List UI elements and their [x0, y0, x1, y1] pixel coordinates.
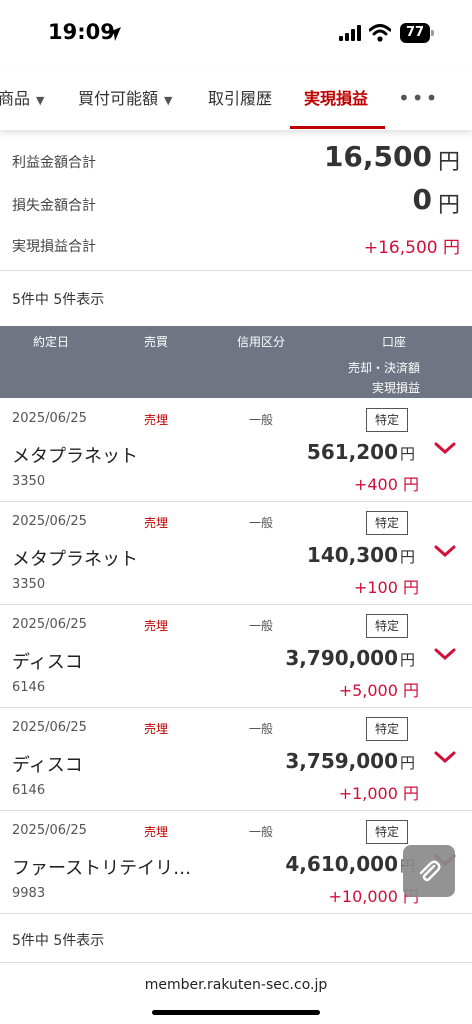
- trade-type: 売埋: [144, 516, 169, 530]
- paperclip-icon: [419, 860, 441, 882]
- realized-pl: +1,000 円: [338, 784, 419, 803]
- battery-icon: 77: [400, 23, 434, 43]
- amount-unit: 円: [400, 445, 416, 463]
- settle-amount: 3,790,000: [285, 646, 398, 670]
- settle-amount: 140,300: [306, 543, 398, 567]
- caret-down-icon: ▼: [36, 94, 45, 107]
- chevron-down-icon[interactable]: [434, 441, 456, 455]
- profit-total-value: 16,500: [323, 140, 432, 173]
- amount-unit: 円: [400, 651, 416, 669]
- credit-type: 一般: [249, 619, 274, 633]
- location-arrow-icon: [107, 27, 121, 41]
- account-badge: 特定: [366, 820, 408, 844]
- trade-date: 2025/06/25: [12, 720, 87, 735]
- stock-name: メタプラネット: [12, 549, 138, 570]
- tab-realized-pl[interactable]: 実現損益: [304, 68, 368, 130]
- credit-type: 一般: [249, 825, 274, 839]
- table-row[interactable]: 2025/06/25 売埋 一般 特定 メタプラネット 561,200 円 33…: [0, 399, 472, 502]
- realized-pl: +100 円: [353, 578, 419, 597]
- tab-buying-power[interactable]: 買付可能額 ▼: [78, 68, 172, 130]
- col-date: 約定日: [33, 335, 70, 349]
- home-indicator[interactable]: [152, 1010, 320, 1015]
- tab-label: 買付可能額: [78, 89, 159, 108]
- table-header: 約定日 売買 信用区分 口座 売却・決済額 実現損益: [0, 326, 472, 398]
- stock-code: 6146: [12, 680, 46, 695]
- stock-name: ディスコ: [12, 755, 83, 776]
- url-text: member.rakuten-sec.co.jp: [144, 977, 328, 993]
- credit-type: 一般: [249, 413, 274, 427]
- stock-code: 6146: [12, 783, 46, 798]
- chevron-down-icon[interactable]: [434, 750, 456, 764]
- settle-amount: 3,759,000: [285, 749, 398, 773]
- col-settle-amount: 売却・決済額: [347, 361, 420, 375]
- divider: [0, 270, 472, 271]
- battery-level: 77: [400, 23, 430, 43]
- stock-name: ディスコ: [12, 652, 83, 673]
- tab-label: 商品: [0, 89, 31, 108]
- status-time: 19:09: [48, 20, 115, 44]
- trade-type: 売埋: [144, 825, 169, 839]
- trade-date: 2025/06/25: [12, 823, 87, 838]
- profit-total-label: 利益金額合計: [12, 155, 96, 171]
- trade-type: 売埋: [144, 619, 169, 633]
- more-icon[interactable]: •••: [398, 68, 439, 130]
- trade-date: 2025/06/25: [12, 514, 87, 529]
- realized-total-label: 実現損益合計: [12, 239, 96, 255]
- credit-type: 一般: [249, 722, 274, 736]
- realized-total-row: 実現損益合計 +16,500 円: [0, 226, 472, 268]
- result-count-top: 5件中 5件表示: [12, 292, 105, 308]
- profit-total-row: 利益金額合計 16,500 円: [0, 140, 472, 182]
- stock-code: 3350: [12, 474, 46, 489]
- loss-total-value: 0: [412, 183, 432, 216]
- table-row[interactable]: 2025/06/25 売埋 一般 特定 ディスコ 3,790,000 円 614…: [0, 605, 472, 708]
- col-credit: 信用区分: [237, 335, 286, 349]
- chevron-down-icon[interactable]: [434, 544, 456, 558]
- result-count-bottom: 5件中 5件表示: [12, 933, 105, 949]
- signal-icon: [339, 25, 361, 41]
- table-row[interactable]: 2025/06/25 売埋 一般 特定 ディスコ 3,759,000 円 614…: [0, 708, 472, 811]
- wifi-icon: [369, 24, 391, 42]
- trade-type: 売埋: [144, 413, 169, 427]
- loss-total-label: 損失金額合計: [12, 198, 96, 214]
- amount-unit: 円: [400, 548, 416, 566]
- realized-pl: +5,000 円: [338, 681, 419, 700]
- attach-button[interactable]: [403, 845, 455, 897]
- table-row[interactable]: 2025/06/25 売埋 一般 特定 メタプラネット 140,300 円 33…: [0, 502, 472, 605]
- loss-total-unit: 円: [437, 193, 460, 218]
- status-bar: 19:09 77: [0, 0, 472, 68]
- stock-code: 9983: [12, 886, 46, 901]
- credit-type: 一般: [249, 516, 274, 530]
- realized-pl: +10,000 円: [328, 887, 419, 906]
- settle-amount: 561,200: [306, 440, 398, 464]
- trade-date: 2025/06/25: [12, 617, 87, 632]
- col-realized-pl: 実現損益: [371, 381, 420, 395]
- caret-down-icon: ▼: [164, 94, 173, 107]
- stock-code: 3350: [12, 577, 46, 592]
- tab-products[interactable]: 商品 ▼: [0, 68, 44, 130]
- settle-amount: 4,610,000: [285, 852, 398, 876]
- account-badge: 特定: [366, 614, 408, 638]
- browser-url-bar[interactable]: member.rakuten-sec.co.jp: [0, 962, 472, 1024]
- profit-total-unit: 円: [437, 150, 460, 175]
- stock-name: ファーストリテイリ…: [12, 858, 192, 879]
- col-trade: 売買: [144, 335, 169, 349]
- loss-total-row: 損失金額合計 0 円: [0, 183, 472, 225]
- trade-type: 売埋: [144, 722, 169, 736]
- account-badge: 特定: [366, 717, 408, 741]
- tab-label: 実現損益: [304, 89, 369, 108]
- col-account: 口座: [382, 335, 407, 349]
- tab-bar: 商品 ▼ 買付可能額 ▼ 取引履歴 実現損益 •••: [0, 68, 472, 130]
- active-tab-indicator: [290, 126, 385, 129]
- amount-unit: 円: [400, 754, 416, 772]
- realized-pl: +400 円: [353, 475, 419, 494]
- tab-label: 取引履歴: [208, 89, 273, 108]
- tab-trade-history[interactable]: 取引履歴: [208, 68, 272, 130]
- account-badge: 特定: [366, 408, 408, 432]
- chevron-down-icon[interactable]: [434, 647, 456, 661]
- trade-date: 2025/06/25: [12, 411, 87, 426]
- account-badge: 特定: [366, 511, 408, 535]
- realized-total-value: +16,500 円: [363, 238, 460, 258]
- stock-name: メタプラネット: [12, 446, 138, 467]
- table-row[interactable]: 2025/06/25 売埋 一般 特定 ファーストリテイリ… 4,610,000…: [0, 811, 472, 914]
